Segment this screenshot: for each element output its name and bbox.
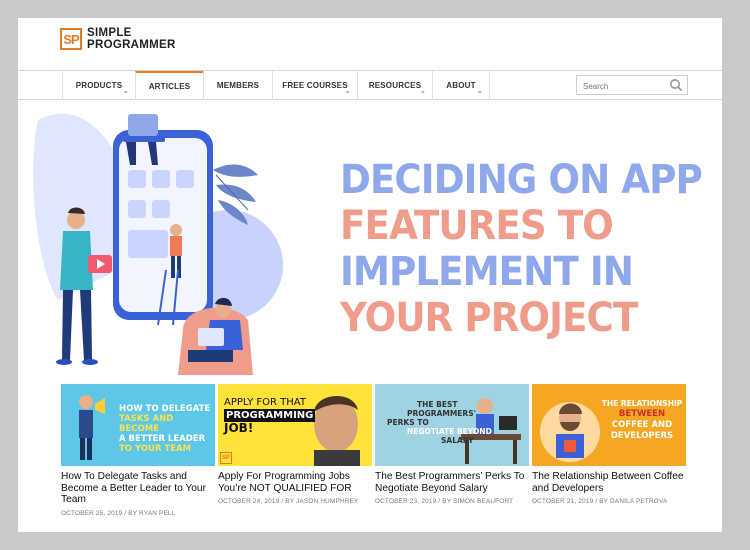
- thumbnail-line: PROGRAMMERS': [407, 409, 476, 418]
- search-icon[interactable]: [669, 78, 683, 92]
- thumbnail-line: A BETTER LEADER: [119, 434, 206, 444]
- thumbnail-line: APPLY FOR THAT: [224, 397, 306, 408]
- thumbnail-text: APPLY FOR THAT PROGRAMMING JOB!: [224, 396, 316, 435]
- site-header: SP SIMPLE PROGRAMMER: [18, 18, 722, 70]
- search-input[interactable]: [581, 77, 673, 96]
- nav-item-resources[interactable]: RESOURCES ⌄: [357, 71, 432, 100]
- article-title[interactable]: The Relationship Between Coffee and Deve…: [532, 471, 686, 494]
- thumbnail-text: THE RELATIONSHIP BETWEEN COFFEE AND DEVE…: [600, 398, 684, 442]
- caret-down-icon: ⌄: [419, 88, 426, 95]
- hero-title-line-2: FEATURES TO: [340, 203, 614, 249]
- article-thumbnail[interactable]: APPLY FOR THAT PROGRAMMING JOB! SP: [218, 384, 372, 466]
- nav-item-about[interactable]: ABOUT ⌄: [432, 71, 490, 100]
- article-grid: HOW TO DELEGATE TASKS AND BECOME A BETTE…: [61, 384, 701, 532]
- article-card[interactable]: THE RELATIONSHIP BETWEEN COFFEE AND DEVE…: [532, 384, 686, 507]
- thumbnail-line: JOB!: [224, 421, 254, 435]
- hero-banner[interactable]: DECIDING ON APP FEATURES TO IMPLEMENT IN…: [18, 100, 722, 385]
- thumbnail-line: THE RELATIONSHIP: [601, 399, 683, 408]
- article-title[interactable]: Apply For Programming Jobs You’re NOT QU…: [218, 471, 372, 494]
- article-card[interactable]: HOW TO DELEGATE TASKS AND BECOME A BETTE…: [61, 384, 215, 519]
- thumbnail-line: TASKS AND BECOME: [119, 414, 174, 434]
- thumbnail-line: BETWEEN: [618, 409, 666, 419]
- thumbnail-line: DEVELOPERS: [610, 431, 674, 441]
- thumbnail-line: THE BEST: [417, 400, 458, 409]
- browser-page: SP SIMPLE PROGRAMMER PRODUCTS ⌄ ARTICLES…: [18, 18, 722, 532]
- nav-item-label: ABOUT: [446, 81, 476, 90]
- sp-badge: SP: [220, 452, 232, 464]
- site-logo[interactable]: SP SIMPLE PROGRAMMER: [60, 27, 176, 51]
- nav-items: PRODUCTS ⌄ ARTICLES MEMBERS FREE COURSES…: [62, 71, 490, 100]
- thumbnail-line: COFFEE AND: [611, 420, 673, 430]
- thumbnail-line: NEGOTIATE BEYOND: [407, 427, 492, 436]
- nav-item-label: PRODUCTS: [75, 81, 123, 90]
- article-card[interactable]: THE BEST PROGRAMMERS' PERKS TO NEGOTIATE…: [375, 384, 529, 507]
- article-title[interactable]: The Best Programmers’ Perks To Negotiate…: [375, 471, 529, 494]
- nav-item-label: ARTICLES: [148, 82, 191, 91]
- thumbnail-line: TO YOUR TEAM: [119, 444, 192, 454]
- main-nav: PRODUCTS ⌄ ARTICLES MEMBERS FREE COURSES…: [18, 70, 722, 100]
- logo-mark: SP: [60, 28, 82, 50]
- search-box: [576, 75, 688, 96]
- article-meta: OCTOBER 23, 2019 / BY SIMON BEAUFORT: [375, 498, 514, 505]
- thumbnail-line: PERKS TO: [387, 418, 429, 427]
- hero-title-line-3: IMPLEMENT IN: [340, 249, 634, 295]
- hero-title-line-4: YOUR PROJECT: [340, 295, 638, 341]
- thumbnail-text: HOW TO DELEGATE TASKS AND BECOME A BETTE…: [119, 404, 215, 454]
- thumbnail-line: HOW TO DELEGATE: [119, 404, 211, 414]
- thumbnail-line: SALARY: [441, 436, 474, 445]
- logo-line-2: PROGRAMMER: [87, 39, 176, 51]
- article-meta: OCTOBER 21, 2019 / BY DANILA PETROVA: [532, 498, 668, 505]
- article-title[interactable]: How To Delegate Tasks and Become a Bette…: [61, 471, 215, 506]
- nav-item-free-courses[interactable]: FREE COURSES ⌄: [272, 71, 357, 100]
- caret-down-icon: ⌄: [476, 88, 483, 95]
- hero-title-line-1: DECIDING ON APP: [340, 157, 703, 203]
- logo-text: SIMPLE PROGRAMMER: [87, 27, 176, 51]
- nav-item-label: FREE COURSES: [282, 81, 348, 90]
- thumbnail-text: THE BEST PROGRAMMERS' PERKS TO NEGOTIATE…: [387, 400, 492, 445]
- nav-item-label: MEMBERS: [216, 81, 260, 90]
- article-thumbnail[interactable]: THE RELATIONSHIP BETWEEN COFFEE AND DEVE…: [532, 384, 686, 466]
- nav-item-members[interactable]: MEMBERS: [203, 71, 272, 100]
- article-thumbnail[interactable]: THE BEST PROGRAMMERS' PERKS TO NEGOTIATE…: [375, 384, 529, 466]
- article-meta: OCTOBER 24, 2019 / BY JASON HUMPHREY: [218, 498, 359, 505]
- nav-item-articles[interactable]: ARTICLES: [135, 71, 203, 100]
- caret-down-icon: ⌄: [122, 88, 129, 95]
- logo-line-1: SIMPLE: [87, 27, 132, 39]
- article-thumbnail[interactable]: HOW TO DELEGATE TASKS AND BECOME A BETTE…: [61, 384, 215, 466]
- nav-item-label: RESOURCES: [368, 81, 422, 90]
- article-card[interactable]: APPLY FOR THAT PROGRAMMING JOB! SP Apply…: [218, 384, 372, 507]
- article-meta: OCTOBER 25, 2019 / BY RYAN PELL: [61, 509, 176, 517]
- hero-illustration: [33, 113, 283, 375]
- caret-down-icon: ⌄: [344, 88, 351, 95]
- nav-item-products[interactable]: PRODUCTS ⌄: [62, 71, 135, 100]
- hero-title: DECIDING ON APP FEATURES TO IMPLEMENT IN…: [340, 157, 703, 341]
